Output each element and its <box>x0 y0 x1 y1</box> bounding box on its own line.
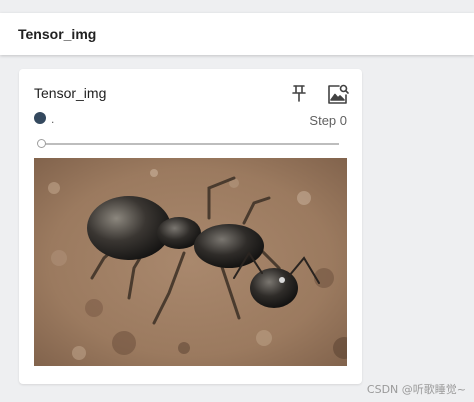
image-search-icon <box>328 84 349 104</box>
watermark: CSDN @听歌睡觉~ <box>366 383 466 396</box>
pin-button[interactable] <box>289 83 309 103</box>
card-title: Tensor_img <box>34 85 107 101</box>
step-slider[interactable] <box>37 139 339 149</box>
header-title: Tensor_img <box>18 26 97 42</box>
image-card: Tensor_img . Step 0 <box>19 69 362 384</box>
tensor-image <box>34 158 347 366</box>
run-color-dot <box>34 112 46 124</box>
step-label: Step 0 <box>309 113 347 128</box>
ant-photo <box>34 158 347 366</box>
image-action-button[interactable] <box>326 82 350 106</box>
slider-track <box>43 143 339 145</box>
pin-icon <box>292 85 306 102</box>
run-name: . <box>51 112 55 126</box>
page-header: Tensor_img <box>0 13 474 55</box>
slider-thumb[interactable] <box>37 139 46 148</box>
